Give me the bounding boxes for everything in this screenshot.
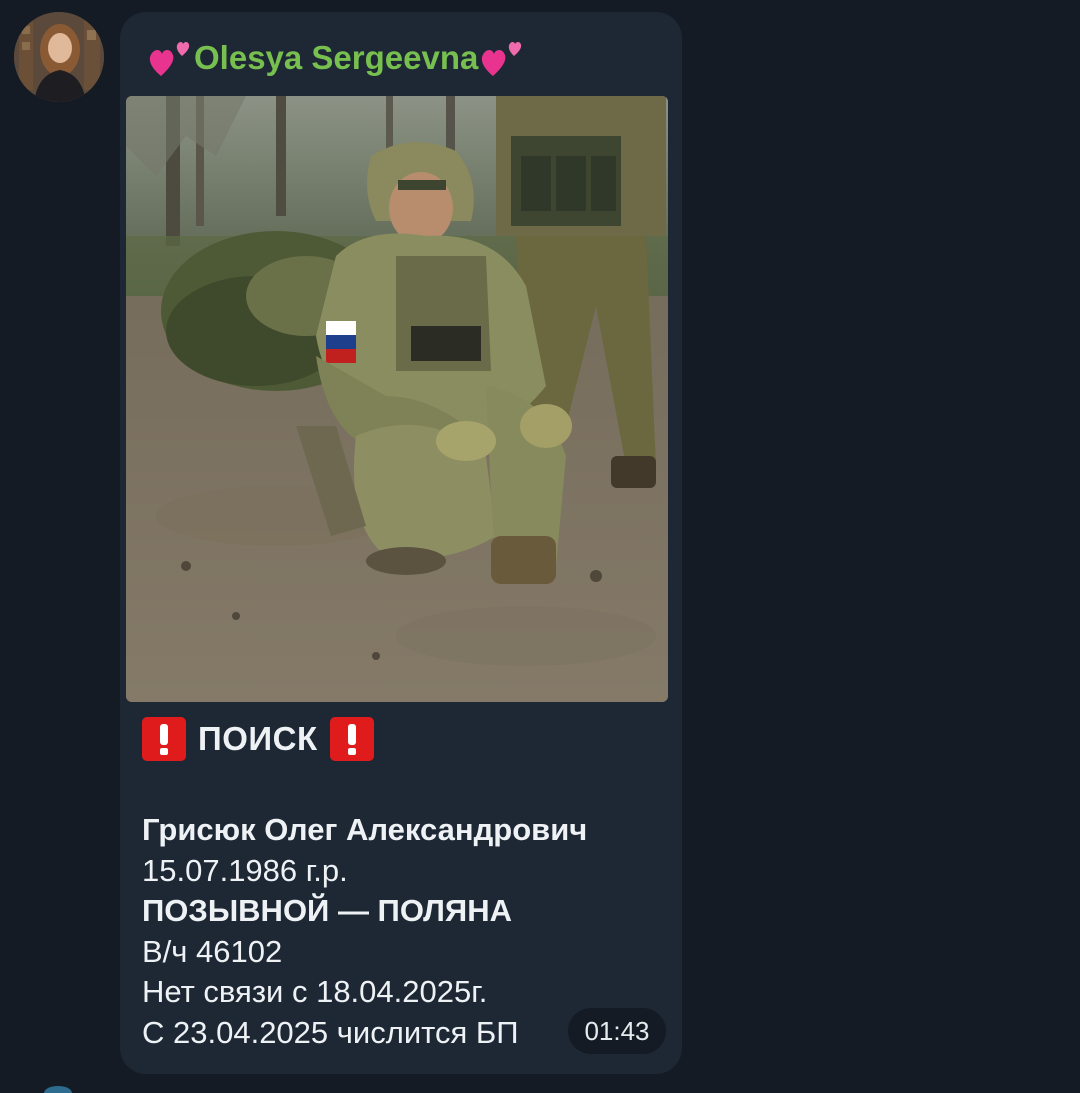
message-photo[interactable]	[126, 96, 668, 702]
next-message-avatar	[44, 1086, 72, 1093]
no-contact-since: Нет связи с 18.04.2025г.	[142, 974, 488, 1009]
message-text: ПОИСК Грисюк Олег Александрович 15.07.19…	[142, 714, 662, 1053]
headline-text: ПОИСК	[198, 720, 318, 757]
sender-name-row[interactable]: Olesya Sergeevna	[146, 34, 526, 82]
full-name: Грисюк Олег Александрович	[142, 812, 588, 847]
military-unit: В/ч 46102	[142, 933, 283, 969]
sender-name[interactable]: Olesya Sergeevna	[194, 39, 478, 77]
message-bubble[interactable]: Olesya Sergeevna ПОИСК Грисюк Олег Алекс…	[120, 12, 682, 1074]
message-time: 01:43	[568, 1008, 666, 1054]
headline-row: ПОИСК	[142, 714, 662, 764]
exclamation-mark-icon	[329, 717, 374, 761]
sender-avatar[interactable]	[14, 12, 104, 102]
two-hearts-icon	[478, 36, 526, 80]
chat-view: Olesya Sergeevna ПОИСК Грисюк Олег Алекс…	[0, 0, 1080, 1093]
two-hearts-icon	[146, 36, 194, 80]
exclamation-mark-icon	[142, 717, 186, 761]
birth-date: 15.07.1986 г.р.	[142, 852, 348, 888]
call-sign: ПОЗЫВНОЙ — ПОЛЯНА	[142, 893, 512, 928]
